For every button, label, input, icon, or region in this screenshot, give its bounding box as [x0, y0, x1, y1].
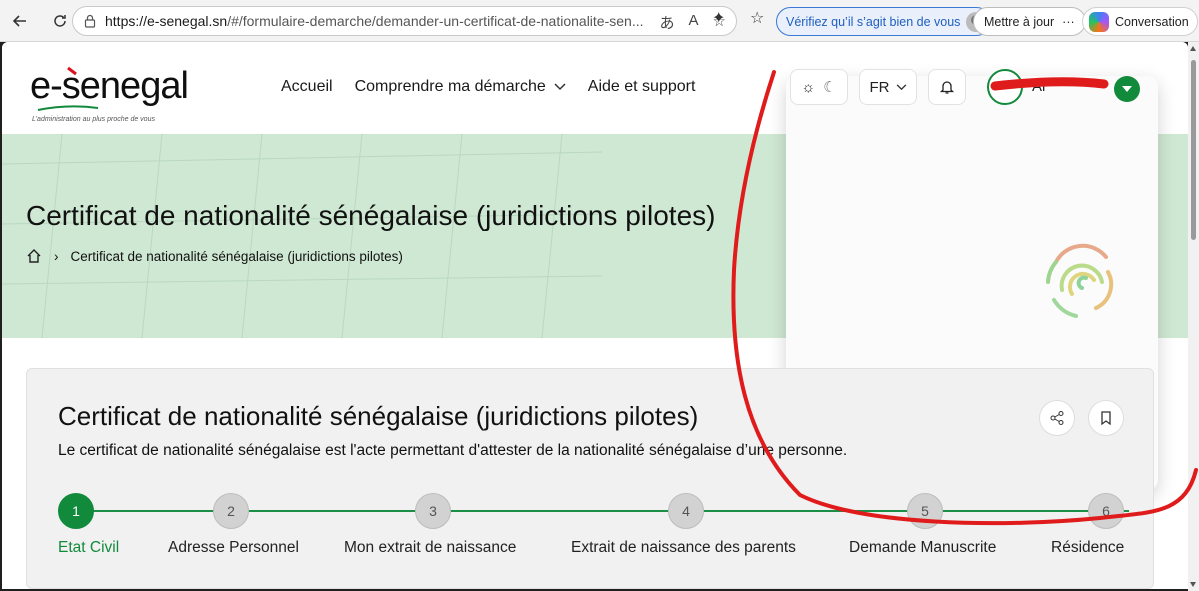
bell-icon	[939, 81, 955, 94]
translate-icon[interactable]: あ	[660, 12, 675, 33]
scroll-down-icon[interactable]	[1190, 582, 1196, 587]
conversation-label: Conversation	[1115, 14, 1189, 29]
bookmark-button[interactable]	[1088, 400, 1124, 436]
step-label-5[interactable]: Demande Manuscrite	[849, 539, 996, 557]
user-avatar[interactable]	[987, 69, 1023, 105]
logo-tagline: L’administration au plus proche de vous	[32, 116, 155, 123]
page-viewport: e-senegal L’administration au plus proch…	[2, 42, 1188, 589]
copilot-icon	[1089, 11, 1109, 32]
breadcrumb: › Certificat de nationalité sénégalaise …	[26, 248, 403, 264]
chevron-right-icon: ›	[54, 248, 59, 264]
step-number: 2	[227, 503, 235, 519]
more-icon[interactable]: ···	[1062, 15, 1075, 29]
step-label-1[interactable]: Etat Civil	[58, 539, 119, 557]
lock-icon	[84, 14, 96, 28]
scrollbar-thumb[interactable]	[1191, 60, 1196, 240]
step-6[interactable]: 6	[1088, 493, 1124, 529]
nav-label: Accueil	[281, 78, 333, 95]
step-number: 3	[429, 503, 437, 519]
card-description: Le certificat de nationalité sénégalaise…	[58, 442, 848, 459]
step-number: 6	[1102, 503, 1110, 519]
user-menu-toggle[interactable]	[1114, 76, 1140, 102]
step-label-2[interactable]: Adresse Personnel	[168, 539, 299, 557]
nav-label: Aide et support	[587, 78, 696, 95]
profile-verify-button[interactable]: Vérifiez qu’il s’agit bien de vous	[776, 7, 992, 36]
hero-pattern	[2, 134, 603, 338]
card-title: Certificat de nationalité sénégalaise (j…	[58, 401, 699, 431]
share-icon	[1050, 411, 1064, 425]
step-number: 5	[921, 503, 929, 519]
theme-toggle[interactable]: ☼ ☾	[790, 69, 848, 105]
read-aloud-icon[interactable]: A	[689, 12, 699, 33]
bookmark-icon	[1101, 411, 1111, 426]
refresh-icon[interactable]	[46, 7, 74, 35]
step-1[interactable]: 1	[58, 493, 94, 529]
chevron-down-icon	[896, 83, 906, 90]
browser-toolbar: https://e-senegal.sn/#/formulaire-demarc…	[0, 0, 1199, 42]
nav-accueil[interactable]: Accueil	[281, 78, 333, 96]
step-3[interactable]: 3	[415, 493, 451, 529]
demarche-card: Certificat de nationalité sénégalaise (j…	[26, 368, 1154, 589]
logo-mark: e-senegal	[30, 65, 189, 111]
site-logo[interactable]: e-senegal L’administration au plus proch…	[28, 64, 189, 123]
moon-icon[interactable]: ☾	[823, 78, 836, 96]
nav-label: Comprendre ma démarche	[354, 78, 546, 95]
favorites-icon[interactable]: ☆	[750, 8, 764, 28]
scroll-up-icon[interactable]	[1190, 46, 1196, 51]
update-label: Mettre à jour	[984, 14, 1055, 29]
step-number: 4	[682, 503, 690, 519]
language-select[interactable]: FR	[859, 69, 917, 105]
caret-down-icon	[1122, 85, 1132, 92]
user-name: Al	[1032, 78, 1046, 95]
step-5[interactable]: 5	[907, 493, 943, 529]
extensions-icon[interactable]: ✦	[712, 8, 725, 28]
step-4[interactable]: 4	[668, 493, 704, 529]
copilot-conversation-button[interactable]: Conversation	[1082, 7, 1198, 36]
step-label-4[interactable]: Extrait de naissance des parents	[571, 539, 796, 557]
home-icon[interactable]	[26, 248, 42, 264]
main-nav: Accueil Comprendre ma démarche Aide et s…	[281, 78, 695, 96]
notifications-button[interactable]	[928, 69, 966, 105]
step-number: 1	[72, 503, 80, 519]
step-2[interactable]: 2	[213, 493, 249, 529]
sun-icon[interactable]: ☼	[801, 79, 815, 96]
step-label-6[interactable]: Résidence	[1051, 539, 1124, 557]
page-title: Certificat de nationalité sénégalaise (j…	[26, 200, 716, 231]
nav-aide[interactable]: Aide et support	[588, 78, 696, 96]
url-path: /#/formulaire-demarche/demander-un-certi…	[227, 13, 644, 29]
url-host: https://e-senegal.sn	[105, 13, 228, 29]
step-label-3[interactable]: Mon extrait de naissance	[344, 539, 516, 557]
verify-label: Vérifiez qu’il s’agit bien de vous	[786, 14, 961, 29]
scrollbar[interactable]	[1188, 42, 1199, 591]
svg-text:e-senegal: e-senegal	[30, 65, 188, 107]
update-button[interactable]: Mettre à jour ···	[973, 7, 1086, 36]
chevron-down-icon	[554, 83, 566, 91]
back-icon[interactable]	[6, 7, 34, 35]
breadcrumb-current: Certificat de nationalité sénégalaise (j…	[70, 248, 403, 264]
language-label: FR	[869, 78, 890, 96]
address-bar[interactable]: https://e-senegal.sn/#/formulaire-demarc…	[72, 6, 737, 36]
share-button[interactable]	[1039, 400, 1075, 436]
nav-comprendre[interactable]: Comprendre ma démarche	[355, 78, 566, 96]
fingerprint-icon	[1046, 243, 1114, 318]
